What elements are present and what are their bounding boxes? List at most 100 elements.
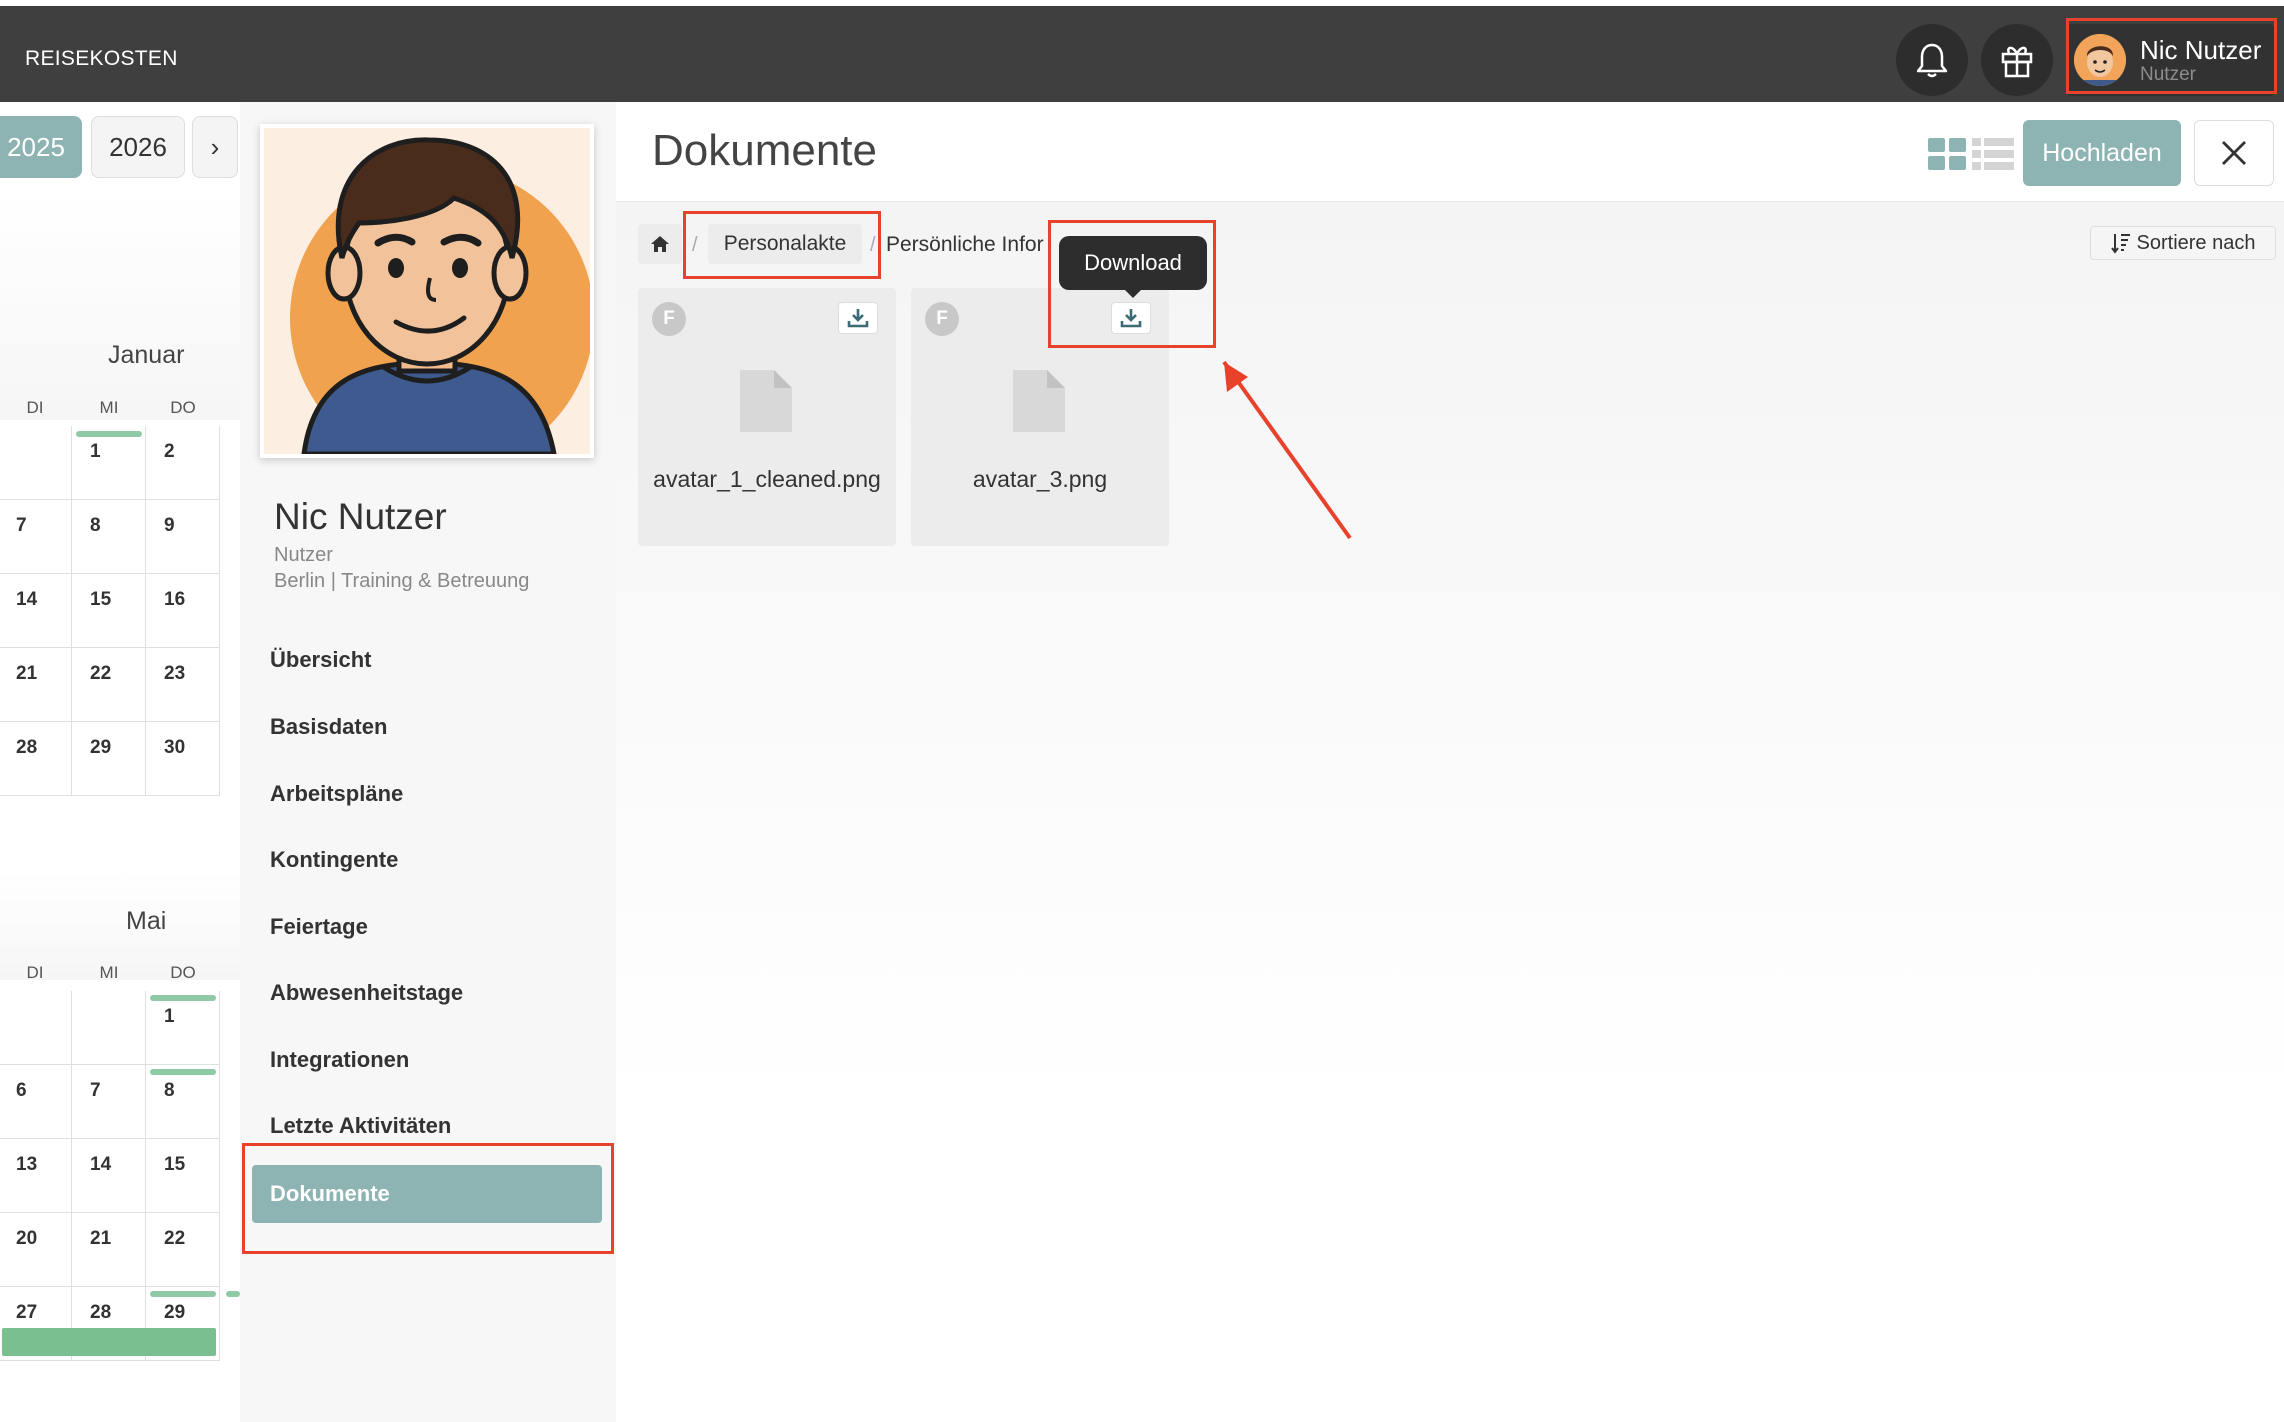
calendar-day-cell[interactable]: 2 bbox=[146, 426, 220, 500]
nav-item-abwesenheitstage[interactable]: Abwesenheitstage bbox=[270, 980, 463, 1006]
calendar-day-cell[interactable]: 21 bbox=[0, 648, 72, 722]
file-icon bbox=[1009, 368, 1067, 439]
gifts-button[interactable] bbox=[1981, 24, 2053, 96]
page-title: Dokumente bbox=[652, 126, 878, 175]
nav-item-letzte-aktivitaeten[interactable]: Letzte Aktivitäten bbox=[270, 1113, 451, 1139]
calendar-day-number: 29 bbox=[90, 737, 112, 758]
calendar-day-cell[interactable]: 7 bbox=[0, 500, 72, 574]
top-bar: REISEKOSTEN Nic Nutzer Nutzer bbox=[0, 6, 2284, 102]
calendar-day-cell[interactable]: 22 bbox=[72, 648, 146, 722]
profile-photo[interactable] bbox=[260, 124, 594, 458]
file-name: avatar_3.png bbox=[972, 466, 1108, 492]
calendar-day-cell[interactable]: 14 bbox=[72, 1139, 146, 1213]
app-title[interactable]: REISEKOSTEN bbox=[25, 47, 178, 71]
gift-icon bbox=[2001, 46, 2033, 78]
calendar-day-number: 28 bbox=[90, 1302, 112, 1323]
calendar-day-number: 22 bbox=[164, 1228, 186, 1249]
sort-button[interactable]: Sortiere nach bbox=[2090, 226, 2276, 260]
calendar-day-cell[interactable]: 1 bbox=[72, 426, 146, 500]
calendar-day-number: 6 bbox=[16, 1080, 27, 1101]
calendar-day-cell[interactable]: 22 bbox=[146, 1213, 220, 1287]
calendar-day-cell[interactable]: 21 bbox=[72, 1213, 146, 1287]
calendar-day-number: 15 bbox=[164, 1154, 186, 1175]
weekday-label: DO bbox=[170, 398, 196, 417]
profile-role: Nutzer bbox=[274, 544, 333, 566]
calendar-day-cell[interactable]: 9 bbox=[146, 500, 220, 574]
calendar-day-number: 22 bbox=[90, 663, 112, 684]
calendar-event-bar[interactable] bbox=[226, 1291, 240, 1297]
user-menu[interactable]: Nic Nutzer Nutzer bbox=[2066, 24, 2275, 96]
calendar-day-cell[interactable]: 8 bbox=[72, 500, 146, 574]
file-type-badge: F bbox=[925, 302, 959, 336]
calendar-day-cell[interactable]: 29 bbox=[72, 722, 146, 796]
calendar-day-cell[interactable]: 15 bbox=[146, 1139, 220, 1213]
calendar-day-cell[interactable] bbox=[0, 426, 72, 500]
notifications-button[interactable] bbox=[1896, 24, 1968, 96]
download-tooltip: Download bbox=[1059, 236, 1207, 290]
upload-button[interactable]: Hochladen bbox=[2023, 120, 2181, 186]
weekday-label: DI bbox=[26, 963, 44, 982]
calendar-event-bar[interactable] bbox=[2, 1328, 216, 1356]
weekday-label: DI bbox=[26, 398, 44, 417]
calendar-day-cell[interactable]: 6 bbox=[0, 1065, 72, 1139]
nav-item-integrationen[interactable]: Integrationen bbox=[270, 1047, 409, 1073]
calendar-day-cell[interactable]: 28 bbox=[0, 722, 72, 796]
nav-item-dokumente[interactable]: Dokumente bbox=[252, 1165, 602, 1223]
calendar-day-cell[interactable]: 7 bbox=[72, 1065, 146, 1139]
weekday-label: DO bbox=[170, 963, 196, 982]
next-year-button[interactable]: › bbox=[192, 116, 238, 178]
calendar-day-number: 20 bbox=[16, 1228, 38, 1249]
calendar-day-cell[interactable]: 23 bbox=[146, 648, 220, 722]
month-title-januar: Januar bbox=[108, 341, 185, 369]
nav-item-basisdaten[interactable]: Basisdaten bbox=[270, 714, 387, 740]
nav-item-uebersicht[interactable]: Übersicht bbox=[270, 647, 371, 673]
grid-view-icon[interactable] bbox=[1928, 138, 1966, 175]
calendar-day-number: 16 bbox=[164, 589, 186, 610]
user-avatar bbox=[2074, 34, 2126, 86]
calendar-day-number: 23 bbox=[164, 663, 186, 684]
calendar-day-cell[interactable]: 16 bbox=[146, 574, 220, 648]
calendar-day-number: 28 bbox=[16, 737, 38, 758]
calendar-day-cell[interactable] bbox=[72, 991, 146, 1065]
calendar-day-number: 21 bbox=[16, 663, 38, 684]
nav-item-kontingente[interactable]: Kontingente bbox=[270, 847, 398, 873]
calendar-event-bar[interactable] bbox=[150, 995, 216, 1001]
bell-icon bbox=[1916, 43, 1948, 78]
weekday-label: MI bbox=[99, 963, 119, 982]
calendar-day-cell[interactable]: 8 bbox=[146, 1065, 220, 1139]
calendar-day-number: 30 bbox=[164, 737, 186, 758]
calendar-day-number: 13 bbox=[16, 1154, 38, 1175]
nav-item-feiertage[interactable]: Feiertage bbox=[270, 914, 368, 940]
breadcrumb-personalakte[interactable]: Personalakte bbox=[708, 224, 862, 264]
calendar-event-bar[interactable] bbox=[76, 431, 142, 437]
documents-header: Dokumente Hochladen bbox=[616, 102, 2284, 202]
user-role: Nutzer bbox=[2140, 64, 2196, 85]
year-2025-button[interactable]: 2025 bbox=[0, 116, 82, 178]
calendar-event-bar[interactable] bbox=[150, 1069, 216, 1075]
calendar-day-cell[interactable]: 13 bbox=[0, 1139, 72, 1213]
calendar-day-cell[interactable]: 15 bbox=[72, 574, 146, 648]
download-button[interactable] bbox=[1111, 302, 1151, 334]
file-name: avatar_1_cleaned.png bbox=[653, 466, 881, 492]
weekday-label: MI bbox=[99, 398, 119, 417]
download-button[interactable] bbox=[838, 302, 878, 334]
calendar-day-cell[interactable]: 20 bbox=[0, 1213, 72, 1287]
home-icon bbox=[651, 236, 669, 252]
nav-item-arbeitsplaene[interactable]: Arbeitspläne bbox=[270, 781, 403, 807]
list-view-icon[interactable] bbox=[1972, 138, 2014, 175]
calendar-day-number: 1 bbox=[164, 1006, 175, 1027]
calendar-day-cell[interactable]: 1 bbox=[146, 991, 220, 1065]
file-card[interactable]: F avatar_3.png bbox=[911, 288, 1169, 546]
close-button[interactable] bbox=[2194, 120, 2274, 186]
breadcrumb-home[interactable] bbox=[638, 224, 682, 264]
calendar-day-cell[interactable]: 30 bbox=[146, 722, 220, 796]
file-card[interactable]: F avatar_1_cleaned.png bbox=[638, 288, 896, 546]
year-2026-button[interactable]: 2026 bbox=[91, 116, 185, 178]
file-icon bbox=[736, 368, 794, 439]
calendar-event-bar[interactable] bbox=[150, 1291, 216, 1297]
calendar-day-cell[interactable] bbox=[0, 991, 72, 1065]
download-icon bbox=[1120, 309, 1142, 328]
tooltip-arrow bbox=[1123, 288, 1143, 298]
calendar-day-cell[interactable]: 14 bbox=[0, 574, 72, 648]
documents-panel: Dokumente Hochladen / Personalakte / Per… bbox=[616, 102, 2284, 1422]
